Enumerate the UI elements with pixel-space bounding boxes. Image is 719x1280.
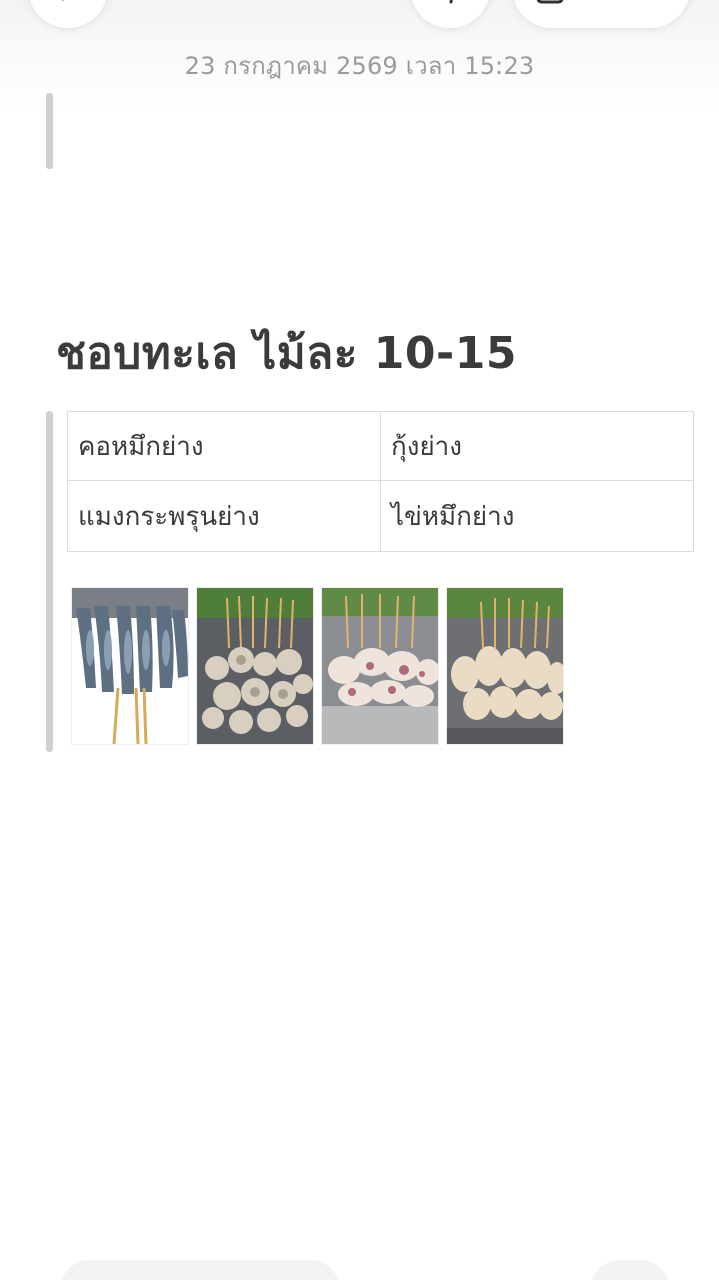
share-icon [532,0,568,10]
table-row: แมงกระพรุนย่าง ไข่หมึกย่าง [67,480,694,552]
table-cell[interactable]: แมงกระพรุนย่าง [67,480,381,552]
note-timestamp: 23 กรกฎาคม 2569 เวลา 15:23 [184,52,535,80]
undo-icon [439,0,461,10]
quote-bar [46,93,53,169]
table-row: คอหมึกย่าง กุ้งย่าง [67,411,694,481]
photo-strip [71,587,564,745]
grilled-jellyfish-photo[interactable] [321,587,439,745]
note-screen: 23 กรกฎาคม 2569 เวลา 15:23 ชอบทะเล ไม้ละ… [0,0,719,1280]
bottom-toolbar-edge [590,1260,670,1280]
note-heading[interactable]: ชอบทะเล ไม้ละ 10-15 [56,318,517,388]
quote-bar [46,411,53,752]
grilled-squid-egg-photo[interactable] [446,587,564,745]
bottom-toolbar-edge [60,1260,340,1280]
grilled-squid-neck-photo[interactable] [196,587,314,745]
menu-table[interactable]: คอหมึกย่าง กุ้งย่าง แมงกระพรุนย่าง ไข่หม… [67,411,694,552]
grilled-shrimp-photo[interactable] [71,587,189,745]
table-cell[interactable]: ไข่หมึกย่าง [380,480,694,552]
table-cell[interactable]: คอหมึกย่าง [67,411,381,481]
chevron-left-icon [57,0,79,10]
share-button[interactable] [512,0,690,28]
table-cell[interactable]: กุ้งย่าง [380,411,694,481]
